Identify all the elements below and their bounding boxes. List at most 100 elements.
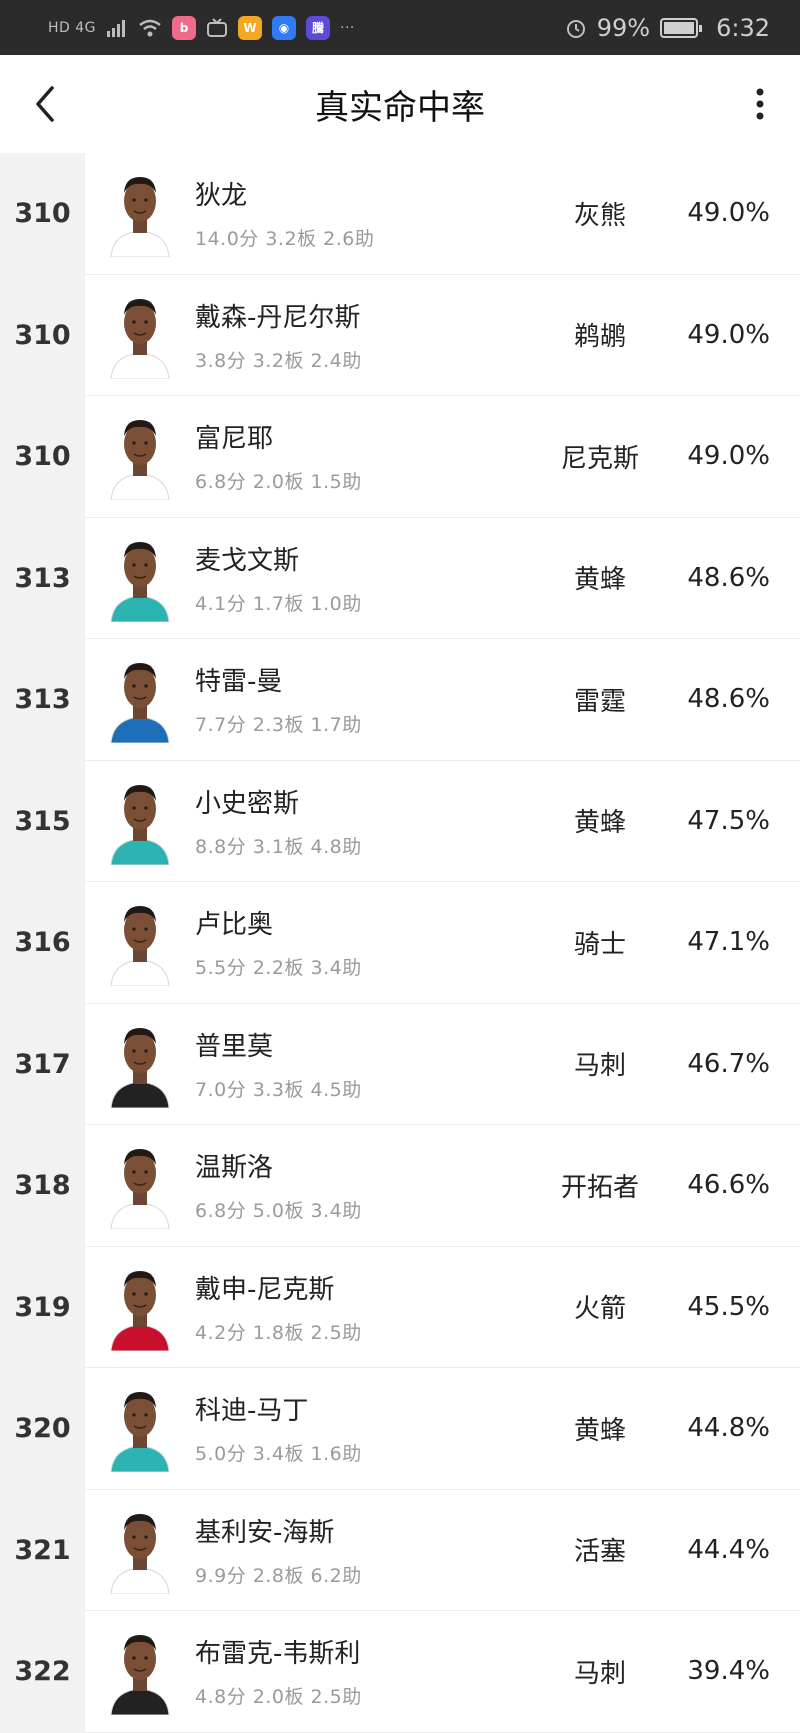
nav-bar: 真实命中率 — [0, 55, 800, 153]
player-avatar — [110, 1513, 170, 1594]
player-info: 卢比奥 5.5分 2.2板 3.4助 — [195, 904, 540, 980]
true-shooting-pct: 49.0% — [687, 198, 770, 229]
player-info: 普里莫 7.0分 3.3板 4.5助 — [195, 1026, 540, 1102]
player-stats: 5.0分 3.4板 1.6助 — [195, 1443, 362, 1466]
player-stats: 8.8分 3.1板 4.8助 — [195, 835, 362, 858]
player-avatar — [110, 420, 170, 501]
more-notifications-icon: ··· — [340, 19, 355, 36]
player-row[interactable]: 313 麦戈文斯 4.1分 1.7板 1.0助 黄蜂 48.6% — [0, 517, 800, 639]
player-name: 温斯洛 — [195, 1153, 274, 1184]
player-stats: 6.8分 5.0板 3.4助 — [195, 1200, 362, 1223]
player-name: 狄龙 — [195, 181, 248, 212]
player-stats: 4.2分 1.8板 2.5助 — [195, 1321, 362, 1344]
team-name: 雷霆 — [573, 686, 626, 717]
team-name: 活塞 — [573, 1537, 626, 1568]
player-avatar — [110, 663, 170, 744]
player-row[interactable]: 310 戴森-丹尼尔斯 3.8分 3.2板 2.4助 鹈鹕 49.0% — [0, 274, 800, 396]
rank-number: 315 — [0, 760, 85, 882]
player-row-content: 戴森-丹尼尔斯 3.8分 3.2板 2.4助 鹈鹕 49.0% — [85, 275, 800, 396]
player-avatar — [110, 906, 170, 987]
player-row-content: 狄龙 14.0分 3.2板 2.6助 灰熊 49.0% — [85, 153, 800, 275]
player-info: 小史密斯 8.8分 3.1板 4.8助 — [195, 783, 540, 859]
player-avatar — [110, 541, 170, 622]
player-name: 普里莫 — [195, 1031, 274, 1062]
rank-number: 310 — [0, 153, 85, 275]
player-info: 科迪-马丁 5.0分 3.4板 1.6助 — [195, 1390, 540, 1466]
player-row[interactable]: 317 普里莫 7.0分 3.3板 4.5助 马刺 46.7% — [0, 1003, 800, 1125]
player-stats: 6.8分 2.0板 1.5助 — [195, 471, 362, 494]
team-name: 开拓者 — [560, 1172, 639, 1203]
rank-number: 318 — [0, 1125, 85, 1247]
player-row-content: 基利安-海斯 9.9分 2.8板 6.2助 活塞 44.4% — [85, 1490, 800, 1611]
team-name: 黄蜂 — [573, 808, 626, 839]
weibo-icon: W — [238, 15, 263, 40]
rank-number: 317 — [0, 1003, 85, 1125]
player-row[interactable]: 322 布雷克-韦斯利 4.8分 2.0板 2.5助 马刺 39.4% — [0, 1611, 800, 1733]
team-name: 灰熊 — [573, 200, 626, 231]
app-icon: 騰 — [306, 15, 331, 40]
more-options-icon[interactable] — [750, 84, 770, 124]
player-name: 麦戈文斯 — [195, 545, 300, 576]
player-row[interactable]: 316 卢比奥 5.5分 2.2板 3.4助 骑士 47.1% — [0, 882, 800, 1004]
player-row-content: 普里莫 7.0分 3.3板 4.5助 马刺 46.7% — [85, 1004, 800, 1125]
player-row[interactable]: 315 小史密斯 8.8分 3.1板 4.8助 黄蜂 47.5% — [0, 760, 800, 882]
player-name: 布雷克-韦斯利 — [195, 1639, 361, 1670]
rank-number: 310 — [0, 396, 85, 518]
player-info: 戴申-尼克斯 4.2分 1.8板 2.5助 — [195, 1269, 540, 1345]
player-stats: 9.9分 2.8板 6.2助 — [195, 1564, 362, 1587]
rank-number: 321 — [0, 1489, 85, 1611]
player-avatar — [110, 1149, 170, 1230]
player-avatar — [110, 298, 170, 379]
rank-number: 316 — [0, 882, 85, 1004]
player-name: 戴森-丹尼尔斯 — [195, 302, 361, 333]
player-row[interactable]: 310 狄龙 14.0分 3.2板 2.6助 灰熊 49.0% — [0, 153, 800, 275]
player-row-content: 富尼耶 6.8分 2.0板 1.5助 尼克斯 49.0% — [85, 396, 800, 518]
player-info: 布雷克-韦斯利 4.8分 2.0板 2.5助 — [195, 1633, 540, 1709]
true-shooting-pct: 48.6% — [687, 562, 770, 593]
status-right: 99% 6:32 — [565, 14, 770, 42]
true-shooting-pct: 49.0% — [687, 319, 770, 350]
back-arrow-icon[interactable] — [30, 84, 60, 124]
player-row[interactable]: 321 基利安-海斯 9.9分 2.8板 6.2助 活塞 44.4% — [0, 1489, 800, 1611]
signal-icon — [107, 19, 126, 37]
player-row[interactable]: 318 温斯洛 6.8分 5.0板 3.4助 开拓者 46.6% — [0, 1125, 800, 1247]
team-name: 黄蜂 — [573, 1415, 626, 1446]
player-name: 戴申-尼克斯 — [195, 1274, 335, 1305]
team-name: 骑士 — [573, 929, 626, 960]
player-stats: 4.1分 1.7板 1.0助 — [195, 592, 362, 615]
player-stats: 3.8分 3.2板 2.4助 — [195, 349, 362, 372]
rank-number: 320 — [0, 1368, 85, 1490]
network-indicator: HD 4G — [48, 19, 97, 36]
player-name: 卢比奥 — [195, 910, 274, 941]
true-shooting-pct: 48.6% — [687, 684, 770, 715]
player-row-content: 布雷克-韦斯利 4.8分 2.0板 2.5助 马刺 39.4% — [85, 1611, 800, 1733]
player-info: 狄龙 14.0分 3.2板 2.6助 — [195, 175, 540, 251]
status-left: HD 4G b W ◉ 騰 ··· — [48, 15, 355, 40]
team-name: 黄蜂 — [573, 565, 626, 596]
player-name: 科迪-马丁 — [195, 1396, 309, 1427]
team-name: 火箭 — [573, 1294, 626, 1325]
bilibili-icon: b — [172, 15, 197, 40]
player-row[interactable]: 320 科迪-马丁 5.0分 3.4板 1.6助 黄蜂 44.8% — [0, 1368, 800, 1490]
player-stats: 14.0分 3.2板 2.6助 — [195, 228, 375, 251]
battery-percent: 99% — [596, 13, 651, 42]
player-name: 特雷-曼 — [195, 667, 283, 698]
player-row[interactable]: 310 富尼耶 6.8分 2.0板 1.5助 尼克斯 49.0% — [0, 396, 800, 518]
player-row-content: 小史密斯 8.8分 3.1板 4.8助 黄蜂 47.5% — [85, 761, 800, 882]
player-info: 富尼耶 6.8分 2.0板 1.5助 — [195, 418, 540, 494]
player-stats: 5.5分 2.2板 3.4助 — [195, 957, 362, 980]
true-shooting-pct: 46.7% — [687, 1048, 770, 1079]
player-info: 温斯洛 6.8分 5.0板 3.4助 — [195, 1147, 540, 1223]
player-avatar — [110, 1635, 170, 1716]
battery-icon — [660, 17, 703, 38]
tv-icon — [207, 17, 228, 37]
clock: 6:32 — [716, 13, 770, 42]
player-avatar — [110, 1027, 170, 1108]
player-row[interactable]: 319 戴申-尼克斯 4.2分 1.8板 2.5助 火箭 45.5% — [0, 1246, 800, 1368]
player-stats: 4.8分 2.0板 2.5助 — [195, 1686, 362, 1709]
team-name: 尼克斯 — [560, 443, 639, 474]
player-row[interactable]: 313 特雷-曼 7.7分 2.3板 1.7助 雷霆 48.6% — [0, 639, 800, 761]
player-info: 基利安-海斯 9.9分 2.8板 6.2助 — [195, 1512, 540, 1588]
team-name: 马刺 — [573, 1658, 626, 1689]
player-stats: 7.0分 3.3板 4.5助 — [195, 1078, 362, 1101]
